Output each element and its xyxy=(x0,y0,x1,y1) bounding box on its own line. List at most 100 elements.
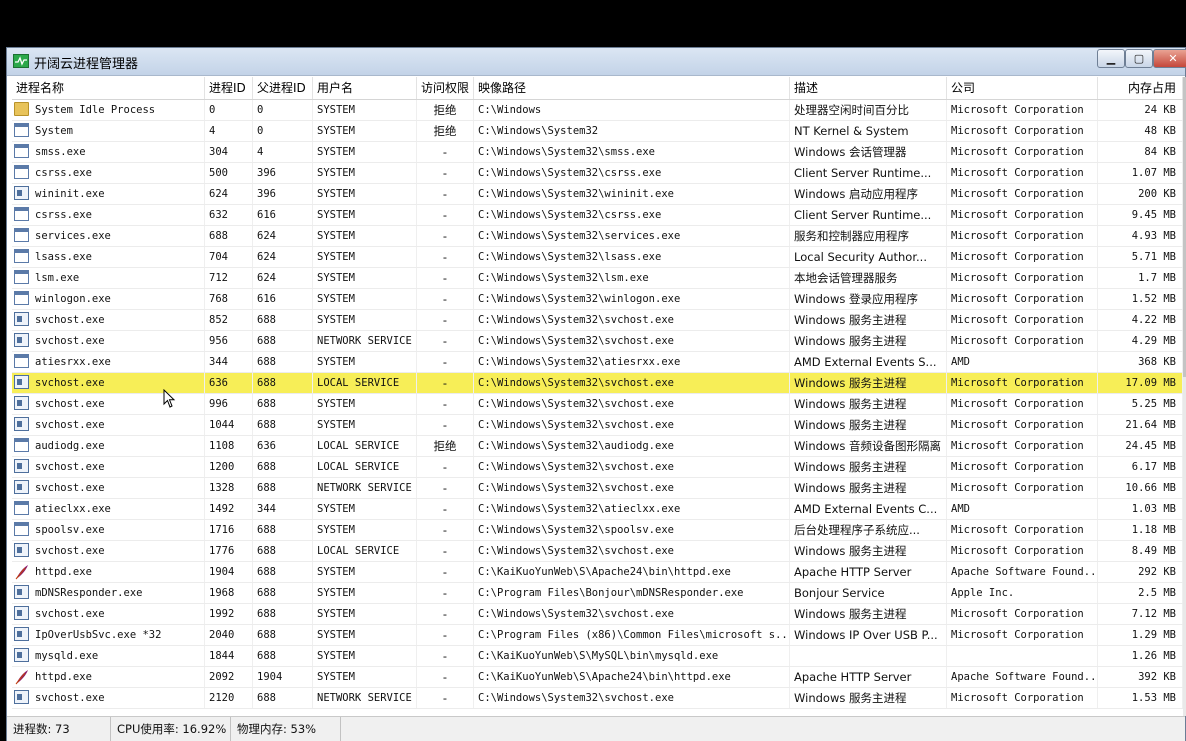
memory-usage: 物理内存: 53% xyxy=(231,717,341,741)
table-row[interactable]: System Idle Process 0 0 SYSTEM 拒绝 C:\Windows 处… xyxy=(12,100,1183,121)
table-row[interactable]: svchost.exe 2120 688 NETWORK SERVICE - C:\Win… xyxy=(12,688,1183,709)
cell-company: Apple Inc. xyxy=(947,583,1098,603)
cell-username: SYSTEM xyxy=(313,247,417,267)
header-col-image-path[interactable]: 映像路径 xyxy=(474,77,790,99)
table-row[interactable]: spoolsv.exe 1716 688 SYSTEM - C:\Windows\Syst… xyxy=(12,520,1183,541)
cell-access: - xyxy=(417,478,474,498)
cell-pid: 1044 xyxy=(205,415,253,435)
table-row[interactable]: svchost.exe 852 688 SYSTEM - C:\Windows\Syste… xyxy=(12,310,1183,331)
header-col-ppid[interactable]: 父进程ID xyxy=(253,77,313,99)
table-row[interactable]: httpd.exe 1904 688 SYSTEM - C:\KaiKuoYunWeb\S… xyxy=(12,562,1183,583)
table-row[interactable]: atiesrxx.exe 344 688 SYSTEM - C:\Windows\Syst… xyxy=(12,352,1183,373)
process-table[interactable]: 进程名称 进程ID 父进程ID 用户名 访问权限 映像路径 描述 公司 内存占用 System … xyxy=(12,77,1183,716)
cell-username: LOCAL SERVICE xyxy=(313,457,417,477)
header-col-username[interactable]: 用户名 xyxy=(313,77,417,99)
cell-company: Microsoft Corporation xyxy=(947,310,1098,330)
table-row[interactable]: svchost.exe 1992 688 SYSTEM - C:\Windows\Syst… xyxy=(12,604,1183,625)
minimize-icon: ▁ xyxy=(1106,52,1116,65)
header-col-process-name[interactable]: 进程名称 xyxy=(12,77,205,99)
cell-username: SYSTEM xyxy=(313,520,417,540)
header-col-description[interactable]: 描述 xyxy=(790,77,947,99)
cell-username: LOCAL SERVICE xyxy=(313,541,417,561)
cell-process-name: svchost.exe xyxy=(12,604,205,624)
table-row[interactable]: atieclxx.exe 1492 344 SYSTEM - C:\Windows\Sys… xyxy=(12,499,1183,520)
minimize-button[interactable]: ▁ xyxy=(1097,49,1125,68)
cell-process-name: svchost.exe xyxy=(12,310,205,330)
cell-company: Apache Software Found... xyxy=(947,562,1098,582)
table-row[interactable]: IpOverUsbSvc.exe *32 2040 688 SYSTEM - C:\Pro… xyxy=(12,625,1183,646)
table-row[interactable]: svchost.exe 956 688 NETWORK SERVICE - C:\Wind… xyxy=(12,331,1183,352)
cell-company: Microsoft Corporation xyxy=(947,373,1098,393)
cell-access: 拒绝 xyxy=(417,121,474,141)
table-row[interactable]: services.exe 688 624 SYSTEM - C:\Windows\Syst… xyxy=(12,226,1183,247)
table-row[interactable]: svchost.exe 1776 688 LOCAL SERVICE - C:\Windo… xyxy=(12,541,1183,562)
table-row[interactable]: audiodg.exe 1108 636 LOCAL SERVICE 拒绝 C:\Wind… xyxy=(12,436,1183,457)
cell-description: AMD External Events C... xyxy=(790,499,947,519)
app-process-icon xyxy=(14,606,29,620)
cell-company: Microsoft Corporation xyxy=(947,604,1098,624)
cell-username: SYSTEM xyxy=(313,289,417,309)
cell-memory: 9.45 MB xyxy=(1098,205,1183,225)
table-row[interactable]: System 4 0 SYSTEM 拒绝 C:\Windows\System32 NT Ke… xyxy=(12,121,1183,142)
maximize-button[interactable]: ▢ xyxy=(1125,49,1153,68)
process-name-text: svchost.exe xyxy=(35,377,105,389)
table-row[interactable]: svchost.exe 1044 688 SYSTEM - C:\Windows\Syst… xyxy=(12,415,1183,436)
process-name-text: lsass.exe xyxy=(35,251,92,263)
table-row[interactable]: mDNSResponder.exe 1968 688 SYSTEM - C:\Progra… xyxy=(12,583,1183,604)
cell-image-path: C:\Program Files\Bonjour\mDNSResponder.e… xyxy=(474,583,790,603)
cell-access: - xyxy=(417,394,474,414)
cell-memory: 48 KB xyxy=(1098,121,1183,141)
cell-description: Client Server Runtime... xyxy=(790,163,947,183)
cell-ppid: 688 xyxy=(253,394,313,414)
cell-description: Windows 服务主进程 xyxy=(790,373,947,393)
process-name-text: IpOverUsbSvc.exe *32 xyxy=(35,629,162,641)
app-process-icon xyxy=(14,690,29,704)
cell-username: SYSTEM xyxy=(313,415,417,435)
cell-pid: 1492 xyxy=(205,499,253,519)
header-col-company[interactable]: 公司 xyxy=(947,77,1098,99)
cell-image-path: C:\Windows\System32\svchost.exe xyxy=(474,688,790,708)
process-name-text: httpd.exe xyxy=(35,671,92,683)
table-row[interactable]: lsm.exe 712 624 SYSTEM - C:\Windows\System32\… xyxy=(12,268,1183,289)
cell-image-path: C:\Windows\System32\svchost.exe xyxy=(474,331,790,351)
table-row[interactable]: svchost.exe 1200 688 LOCAL SERVICE - C:\Windo… xyxy=(12,457,1183,478)
table-row[interactable]: wininit.exe 624 396 SYSTEM - C:\Windows\Syste… xyxy=(12,184,1183,205)
table-row[interactable]: csrss.exe 632 616 SYSTEM - C:\Windows\System3… xyxy=(12,205,1183,226)
table-row[interactable]: svchost.exe 996 688 SYSTEM - C:\Windows\Syste… xyxy=(12,394,1183,415)
table-row[interactable]: svchost.exe 1328 688 NETWORK SERVICE - C:\Win… xyxy=(12,478,1183,499)
cell-process-name: services.exe xyxy=(12,226,205,246)
table-row-selected[interactable]: svchost.exe 636 688 LOCAL SERVICE - C:\Window… xyxy=(12,373,1183,394)
table-row[interactable]: csrss.exe 500 396 SYSTEM - C:\Windows\System3… xyxy=(12,163,1183,184)
cell-company: Microsoft Corporation xyxy=(947,100,1098,120)
cell-description: Windows 登录应用程序 xyxy=(790,289,947,309)
header-col-pid[interactable]: 进程ID xyxy=(205,77,253,99)
cell-pid: 2120 xyxy=(205,688,253,708)
window-process-icon xyxy=(14,291,29,305)
window-process-icon xyxy=(14,438,29,452)
cell-access: - xyxy=(417,247,474,267)
header-col-memory[interactable]: 内存占用 xyxy=(1098,77,1183,99)
table-row[interactable]: lsass.exe 704 624 SYSTEM - C:\Windows\System3… xyxy=(12,247,1183,268)
cell-memory: 24.45 MB xyxy=(1098,436,1183,456)
cell-access: - xyxy=(417,331,474,351)
table-row[interactable]: mysqld.exe 1844 688 SYSTEM - C:\KaiKuoYunWeb\… xyxy=(12,646,1183,667)
cell-memory: 1.07 MB xyxy=(1098,163,1183,183)
cell-username: SYSTEM xyxy=(313,205,417,225)
cell-access: - xyxy=(417,289,474,309)
cell-pid: 996 xyxy=(205,394,253,414)
cell-pid: 304 xyxy=(205,142,253,162)
close-button[interactable]: ✕ xyxy=(1153,49,1186,68)
header-col-access[interactable]: 访问权限 xyxy=(417,77,474,99)
cell-company: Microsoft Corporation xyxy=(947,184,1098,204)
cell-ppid: 396 xyxy=(253,163,313,183)
cell-description: Local Security Author... xyxy=(790,247,947,267)
table-row[interactable]: smss.exe 304 4 SYSTEM - C:\Windows\System32\s… xyxy=(12,142,1183,163)
title-bar[interactable]: 开阔云进程管理器 ▁ ▢ ✕ xyxy=(7,48,1186,76)
table-row[interactable]: winlogon.exe 768 616 SYSTEM - C:\Windows\Syst… xyxy=(12,289,1183,310)
table-row[interactable]: httpd.exe 2092 1904 SYSTEM - C:\KaiKuoYunWeb\… xyxy=(12,667,1183,688)
cell-pid: 852 xyxy=(205,310,253,330)
cell-process-name: atieclxx.exe xyxy=(12,499,205,519)
cell-company: Microsoft Corporation xyxy=(947,331,1098,351)
cell-ppid: 624 xyxy=(253,226,313,246)
cell-company: Microsoft Corporation xyxy=(947,688,1098,708)
